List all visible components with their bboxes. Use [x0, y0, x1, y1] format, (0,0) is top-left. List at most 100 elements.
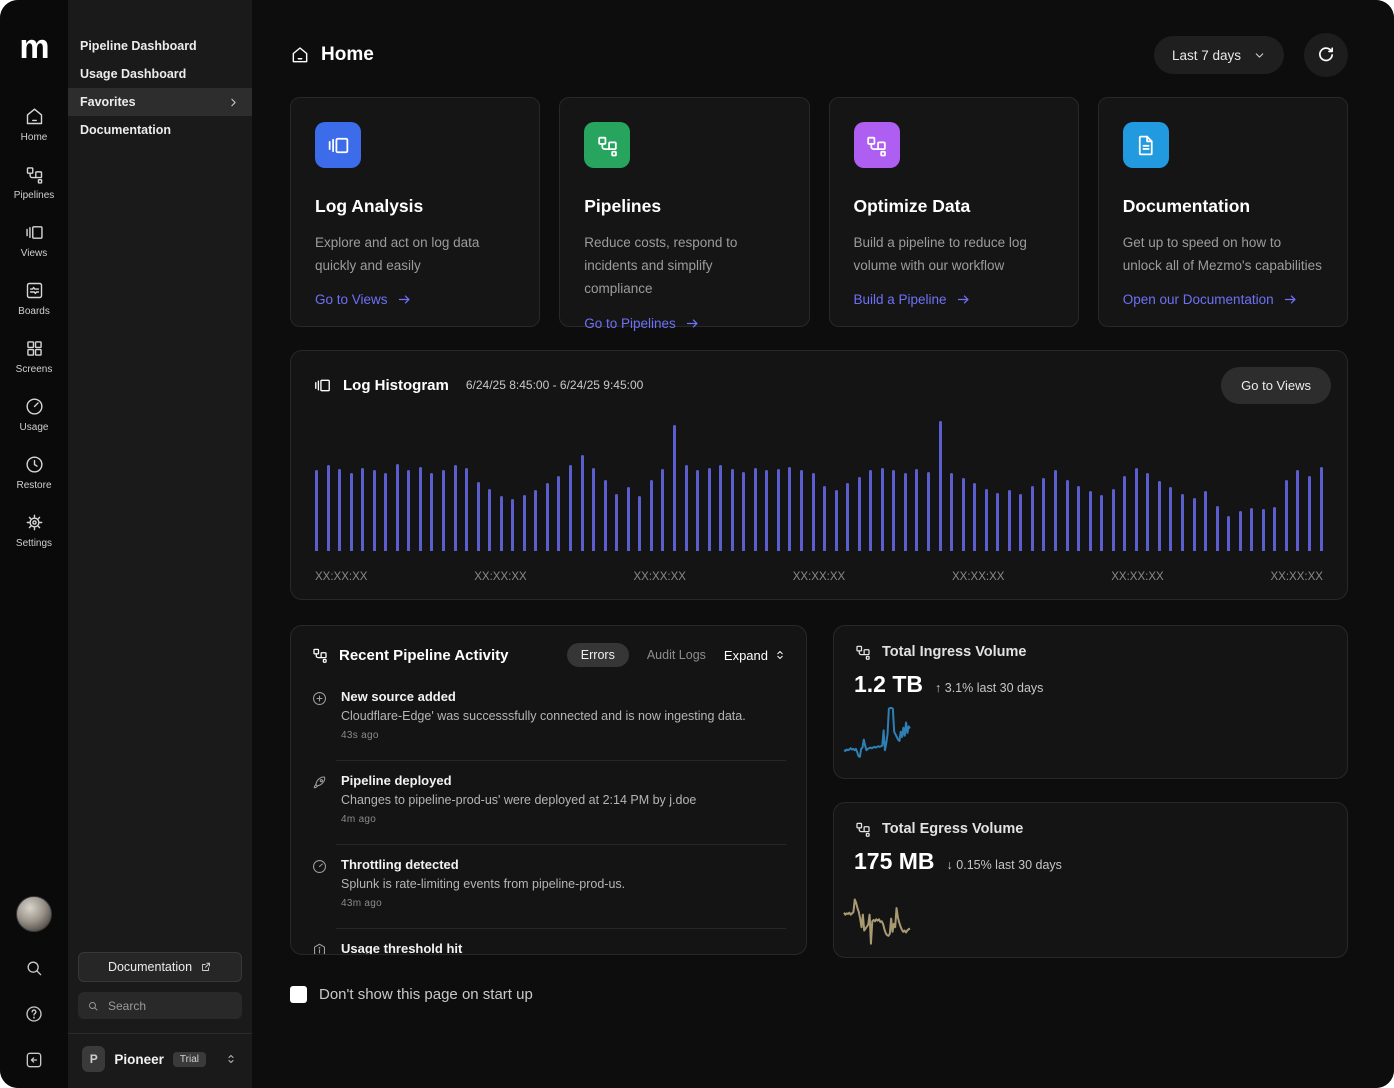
help-button[interactable]: [24, 1004, 44, 1024]
total-ingress-volume-card: Total Ingress Volume 1.2 TB ↑ 3.1% last …: [833, 625, 1348, 779]
tab-audit-logs[interactable]: Audit Logs: [647, 648, 706, 662]
sidebar-search[interactable]: [78, 992, 242, 1019]
histogram-bar: [350, 473, 353, 551]
page-title: Home: [321, 44, 374, 66]
rail-item-restore[interactable]: Restore: [2, 454, 66, 491]
x-axis-label: XX:XX:XX: [315, 571, 367, 583]
histogram-bar: [973, 483, 976, 551]
activity-item-time: 43s ago: [341, 730, 786, 741]
icon-rail: m Home Pipelines Views Boards Screens: [0, 0, 68, 1088]
expand-control[interactable]: Expand: [724, 648, 786, 663]
screens-icon: [24, 338, 45, 359]
home-icon: [24, 106, 45, 127]
tab-errors[interactable]: Errors: [567, 643, 629, 667]
rail-item-home[interactable]: Home: [2, 106, 66, 143]
histogram-bar: [1273, 507, 1276, 551]
histogram-bar: [950, 473, 953, 551]
activity-item-time: 43m ago: [341, 898, 786, 909]
activity-item[interactable]: New source added Cloudflare-Edge' was su…: [291, 677, 806, 754]
sidebar-search-input[interactable]: [106, 998, 233, 1014]
histogram-bar: [754, 468, 757, 551]
histogram-bar: [1262, 509, 1265, 551]
rail-item-pipelines[interactable]: Pipelines: [2, 164, 66, 201]
histogram-bar: [673, 425, 676, 551]
egress-header: Total Egress Volume: [834, 803, 1347, 838]
org-switcher[interactable]: P Pioneer Trial: [78, 1046, 242, 1078]
menu-item-label: Usage Dashboard: [80, 67, 186, 81]
total-egress-volume-card: Total Egress Volume 175 MB ↓ 0.15% last …: [833, 802, 1348, 958]
rail-item-usage[interactable]: Usage: [2, 396, 66, 433]
histogram-bar: [615, 494, 618, 551]
ingress-sparkline: [844, 704, 910, 770]
arrow-right-icon: [397, 292, 412, 307]
rail-item-label: Views: [21, 248, 48, 259]
open-our-documentation-link[interactable]: Open our Documentation: [1123, 292, 1323, 307]
histogram-bar: [777, 469, 780, 551]
ingress-value: 1.2 TB: [854, 671, 923, 698]
rail-item-label: Home: [21, 132, 48, 143]
go-to-pipelines-link[interactable]: Go to Pipelines: [584, 316, 784, 331]
pipelines-icon: [311, 646, 329, 664]
build-a-pipeline-link[interactable]: Build a Pipeline: [854, 292, 1054, 307]
egress-title: Total Egress Volume: [882, 821, 1023, 837]
histogram-bar: [708, 468, 711, 551]
histogram-bar: [488, 489, 491, 551]
restore-clock-icon: [24, 454, 45, 475]
pipelines-icon: [24, 164, 45, 185]
activity-title: Recent Pipeline Activity: [339, 647, 509, 664]
activity-item[interactable]: Pipeline deployed Changes to pipeline-pr…: [291, 761, 806, 838]
histogram-bar: [1181, 494, 1184, 551]
search-button[interactable]: [24, 958, 44, 978]
documentation-button-label: Documentation: [108, 960, 192, 974]
rail-item-views[interactable]: Views: [2, 222, 66, 259]
documentation-button[interactable]: Documentation: [78, 952, 242, 982]
go-to-views-button[interactable]: Go to Views: [1221, 367, 1331, 404]
sidebar-item-favorites[interactable]: Favorites: [68, 88, 252, 116]
collapse-sidebar-button[interactable]: [24, 1050, 44, 1070]
histogram-bar: [638, 496, 641, 551]
sidebar-item-usage-dashboard[interactable]: Usage Dashboard: [68, 60, 252, 88]
card-tile-1: [584, 122, 630, 168]
rail-item-screens[interactable]: Screens: [2, 338, 66, 375]
card-tile-3: [1123, 122, 1169, 168]
histogram-bar: [1169, 487, 1172, 551]
pipelines-icon: [595, 133, 620, 158]
boards-icon: [24, 280, 45, 301]
histogram-bar: [800, 470, 803, 551]
card-optimize-data: Optimize Data Build a pipeline to reduce…: [829, 97, 1079, 327]
log-histogram-title: Log Histogram: [343, 377, 449, 394]
sidebar-bottom: Documentation P Pioneer Trial: [68, 942, 252, 1088]
activity-item[interactable]: Usage threshold hit: [291, 929, 806, 955]
gauge-icon: [311, 858, 328, 875]
rail-item-boards[interactable]: Boards: [2, 280, 66, 317]
histogram-bar: [1146, 473, 1149, 551]
menu-item-label: Pipeline Dashboard: [80, 39, 197, 53]
sidebar-item-pipeline-dashboard[interactable]: Pipeline Dashboard: [68, 32, 252, 60]
refresh-button[interactable]: [1304, 33, 1348, 77]
card-pipelines: Pipelines Reduce costs, respond to incid…: [559, 97, 809, 327]
page-header: Home Last 7 days: [290, 32, 1348, 78]
card-tile-2: [854, 122, 900, 168]
user-avatar[interactable]: [16, 896, 52, 932]
histogram-bar: [1112, 489, 1115, 551]
activity-item-title: Throttling detected: [341, 857, 786, 872]
time-range-dropdown[interactable]: Last 7 days: [1154, 36, 1284, 74]
histogram-bar: [1227, 516, 1230, 551]
rail-item-label: Screens: [16, 364, 53, 375]
activity-item[interactable]: Throttling detected Splunk is rate-limit…: [291, 845, 806, 922]
views-icon: [326, 133, 351, 158]
histogram-bar: [430, 473, 433, 551]
rail-item-settings[interactable]: Settings: [2, 512, 66, 549]
go-to-views-link[interactable]: Go to Views: [315, 292, 515, 307]
chevron-right-icon: [227, 96, 240, 109]
histogram-bar: [1077, 486, 1080, 551]
histogram-bar: [592, 468, 595, 551]
menu-item-label: Documentation: [80, 123, 171, 137]
sidebar-item-documentation[interactable]: Documentation: [68, 116, 252, 144]
dont-show-checkbox[interactable]: [290, 986, 307, 1003]
card-title: Pipelines: [584, 196, 784, 217]
histogram-bar: [846, 483, 849, 551]
histogram-bar: [569, 465, 572, 551]
histogram-bar: [361, 468, 364, 551]
card-title: Optimize Data: [854, 196, 1054, 217]
